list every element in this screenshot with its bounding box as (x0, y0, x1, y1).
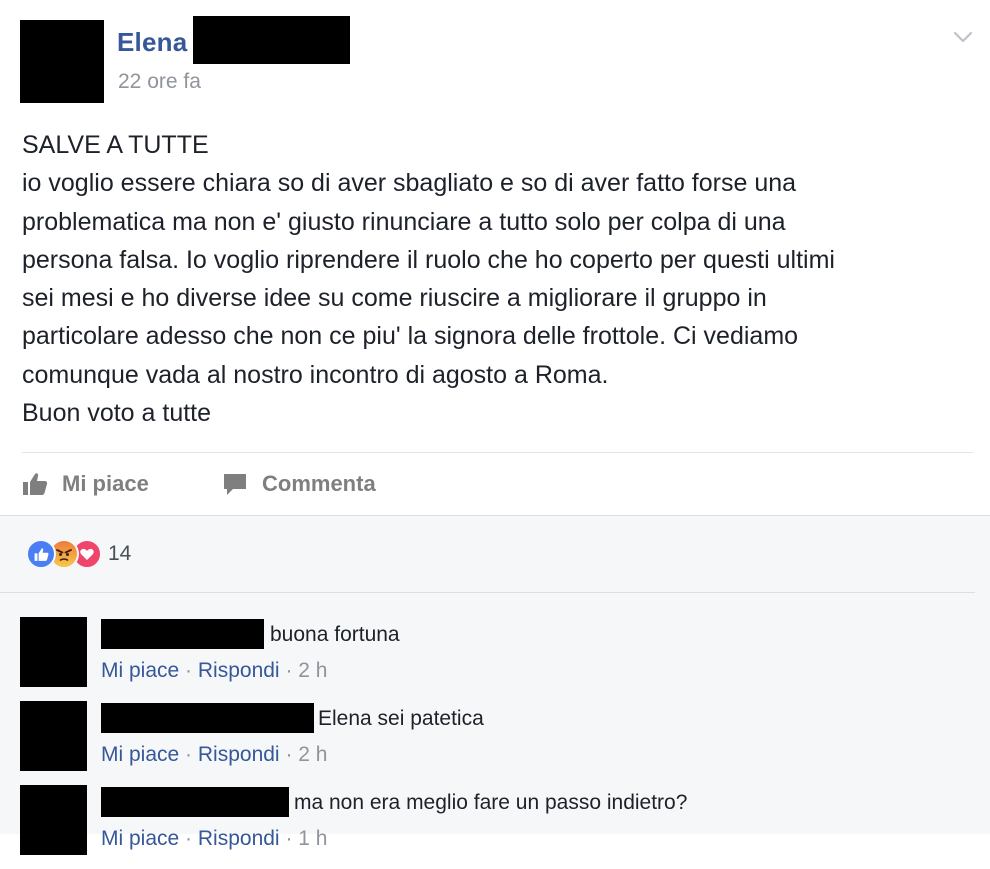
post-body: SALVE A TUTTE io voglio essere chiara so… (22, 126, 977, 432)
facebook-post-page: { "post": { "author_first_name": "Elena"… (0, 0, 990, 855)
like-button[interactable]: Mi piace (22, 468, 149, 500)
comment-time[interactable]: 2 h (298, 743, 327, 766)
comment-meta: Mi piace · Rispondi · 2 h (101, 743, 327, 767)
like-reaction-icon (26, 539, 56, 569)
post-body-line: Buon voto a tutte (22, 399, 212, 428)
comment-button[interactable]: Commenta (222, 468, 376, 500)
comment-time[interactable]: 1 h (298, 827, 327, 850)
post-body-line: problematica ma non e' giusto rinunciare… (22, 207, 786, 236)
meta-separator: · (185, 743, 198, 766)
chevron-down-icon[interactable] (952, 26, 974, 48)
post-body-line: sei mesi e ho diverse idee su come riusc… (22, 284, 767, 313)
thumbs-up-icon (23, 473, 48, 495)
comment-like-link[interactable]: Mi piace (101, 827, 179, 850)
post-body-line: SALVE A TUTTE (22, 131, 209, 159)
meta-separator: · (285, 827, 299, 850)
meta-separator: · (285, 743, 299, 766)
comment-bubble-icon (224, 474, 246, 495)
post-body-line: persona falsa. Io voglio riprendere il r… (22, 245, 835, 274)
post-timestamp[interactable]: 22 ore fa (118, 70, 201, 94)
commenter-avatar-redacted[interactable] (20, 701, 87, 771)
post-header: Elena 22 ore fa (0, 0, 990, 120)
comment-like-link[interactable]: Mi piace (101, 743, 179, 766)
comment-meta: Mi piace · Rispondi · 2 h (101, 659, 327, 683)
like-button-label: Mi piace (62, 471, 149, 496)
reactions-summary[interactable]: 14 (26, 538, 131, 570)
comment-text: Elena sei patetica (318, 707, 484, 730)
comment-text: buona fortuna (270, 623, 400, 646)
comment-time[interactable]: 2 h (298, 659, 327, 682)
reaction-count: 14 (108, 542, 132, 565)
comment-reply-link[interactable]: Rispondi (198, 659, 280, 682)
commenter-avatar-redacted[interactable] (20, 617, 87, 687)
actions-divider (22, 452, 973, 453)
author-name[interactable]: Elena (117, 27, 187, 58)
comment-text: ma non era meglio fare un passo indietro… (294, 791, 688, 814)
commenter-name-redacted[interactable] (101, 703, 314, 733)
post-body-line: comunque vada al nostro incontro di agos… (22, 360, 609, 389)
meta-separator: · (285, 659, 299, 682)
comment-item: Elena sei patetica Mi piace · Rispondi ·… (0, 701, 990, 785)
comment-item: buona fortuna Mi piace · Rispondi · 2 h (0, 617, 990, 701)
meta-separator: · (185, 659, 198, 682)
author-surname-redacted (193, 16, 350, 64)
post-body-line: io voglio essere chiara so di aver sbagl… (22, 169, 797, 198)
comment-meta: Mi piace · Rispondi · 1 h (101, 827, 327, 851)
comment-reply-link[interactable]: Rispondi (198, 827, 280, 850)
meta-separator: · (185, 827, 198, 850)
comment-button-label: Commenta (262, 471, 376, 496)
comments-divider (0, 592, 975, 593)
commenter-name-redacted[interactable] (101, 787, 289, 817)
post-body-line: particolare adesso che non ce piu' la si… (22, 322, 799, 351)
commenter-avatar-redacted[interactable] (20, 785, 87, 855)
author-avatar-redacted[interactable] (20, 20, 104, 103)
comment-reply-link[interactable]: Rispondi (198, 743, 280, 766)
commenter-name-redacted[interactable] (101, 619, 264, 649)
comment-like-link[interactable]: Mi piace (101, 659, 179, 682)
comment-item: ma non era meglio fare un passo indietro… (0, 785, 990, 869)
